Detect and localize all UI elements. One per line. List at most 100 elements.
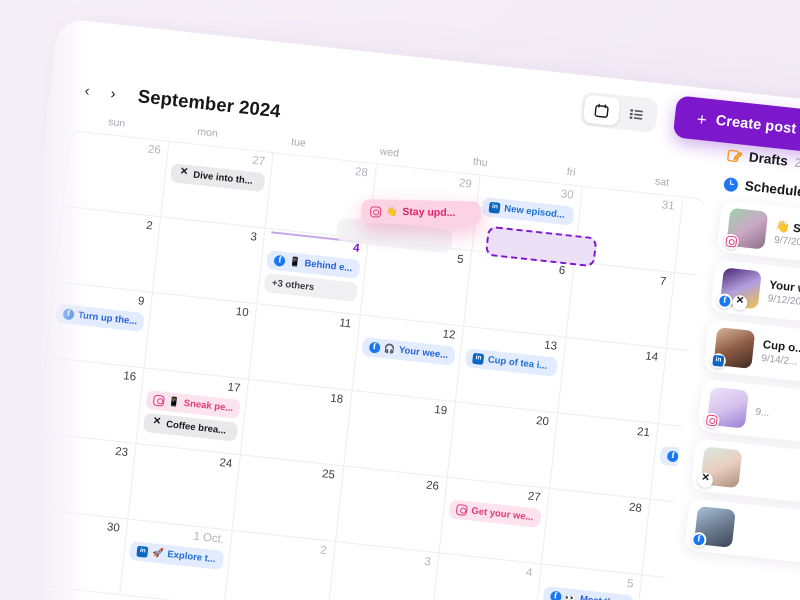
day-number: 31 — [661, 199, 676, 213]
calendar-day-cell[interactable]: 27 Get your we... — [439, 477, 550, 565]
facebook-icon — [718, 295, 731, 308]
post-date: 9/12/2024... — [767, 292, 800, 310]
platform-badge — [697, 471, 714, 489]
calendar-day-cell[interactable]: 1 Oct.🚀Explore t... — [120, 519, 233, 600]
day-number: 7 — [659, 275, 667, 289]
wave-emoji-icon: 👋 — [386, 206, 398, 217]
platform-badge — [710, 352, 727, 370]
next-month-button[interactable]: › — [101, 81, 125, 105]
calendar-day-cell[interactable]: 13Cup of tea i... — [456, 326, 567, 414]
calendar-day-cell[interactable]: 10 — [145, 292, 258, 380]
calendar-day-cell[interactable]: 3 — [327, 542, 440, 600]
event-title: Meet the... — [580, 593, 627, 600]
calendar-day-cell[interactable]: 14 — [557, 337, 668, 425]
day-number: 4 — [525, 566, 533, 580]
post-text-block: Your wee... 9/12/2024... — [767, 279, 800, 310]
list-icon — [629, 108, 644, 120]
platform-badge — [690, 531, 708, 549]
calendar-day-cell[interactable]: 25 — [232, 455, 344, 543]
calendar-day-cell[interactable]: 11 — [249, 304, 361, 391]
event-title: Your wee... — [398, 344, 449, 361]
calendar-app-card: + Create post ‹ › September 2024 sun mon t… — [0, 18, 800, 600]
day-number: 15 — [670, 353, 706, 375]
day-number: 14 — [644, 350, 659, 364]
facebook-icon — [273, 254, 286, 267]
calendar-day-cell[interactable]: 3 — [153, 217, 266, 305]
calendar-day-cell[interactable]: 9Turn up the... — [46, 282, 154, 369]
calendar-day-cell[interactable]: 19 — [343, 390, 457, 478]
day-number: 20 — [535, 415, 550, 429]
prev-month-button[interactable]: ‹ — [75, 78, 99, 102]
post-date: 9/14/2... — [760, 352, 798, 368]
day-number: 29 — [458, 177, 473, 191]
event-title: Cup of tea i... — [487, 354, 548, 372]
calendar-day-cell[interactable]: 8 — [667, 273, 707, 360]
scheduled-title: Scheduled — [744, 178, 800, 201]
calendar-day-cell[interactable]: 6 — [464, 251, 575, 338]
clock-icon — [723, 176, 739, 192]
event-emoji-icon: 👀 — [564, 591, 577, 600]
calendar-day-cell[interactable]: 27Dive into th... — [161, 141, 274, 229]
post-text-block: Cup o... 9/14/2... — [761, 339, 800, 368]
calendar-day-cell[interactable]: 17📱Sneak pe...Coffee brea... — [136, 368, 250, 456]
calendar-day-cell[interactable]: 26 — [62, 131, 170, 218]
calendar-day-cell[interactable]: 21 — [549, 413, 659, 500]
calendar-day-cell[interactable]: 12🎧Your wee... — [352, 315, 465, 403]
drafts-title: Drafts — [748, 149, 789, 169]
list-view-button[interactable] — [618, 98, 656, 130]
post-thumbnail — [690, 505, 736, 549]
x-twitter-icon — [151, 417, 163, 429]
calendar-day-cell[interactable]: 20 — [447, 402, 558, 489]
calendar-day-cell[interactable]: 26 — [335, 466, 448, 554]
event-emoji-icon: 📱 — [288, 256, 302, 268]
calendar-event-chip[interactable]: Turn up the... — [55, 303, 146, 332]
calendar-day-cell[interactable]: 16 — [38, 357, 146, 445]
event-title: Dive into th... — [192, 169, 254, 187]
calendar-day-cell[interactable]: 5 — [360, 239, 473, 327]
event-title: Sneak pe... — [183, 397, 234, 414]
calendar-day-cell[interactable]: 6 — [634, 575, 707, 600]
create-post-button[interactable]: + Create post — [672, 95, 800, 153]
event-emoji-icon: 🚀 — [681, 451, 695, 463]
facebook-icon — [666, 450, 680, 463]
post-thumbnail — [716, 267, 762, 312]
post-date: 9... — [754, 406, 770, 419]
calendar-day-cell[interactable]: 24 — [128, 444, 242, 531]
day-number: 28 — [354, 166, 369, 180]
calendar-day-cell[interactable]: 2 — [54, 206, 162, 293]
event-title: Explore t... — [166, 548, 217, 565]
calendar-day-cell[interactable]: 30 — [21, 508, 129, 596]
calendar-day-cell[interactable]: 18 — [241, 379, 353, 467]
platform-badge — [716, 292, 734, 310]
instagram-icon — [725, 235, 738, 248]
post-thumbnail — [710, 327, 756, 370]
post-thumbnail — [697, 446, 743, 489]
platform-badge-secondary — [731, 294, 748, 312]
scheduled-post-list: 👋 Stay upda...9/7/2024 at 9... Your wee..… — [684, 199, 800, 572]
calendar-day-cell[interactable]: 23 — [29, 433, 137, 520]
create-post-label: Create post — [714, 112, 798, 138]
day-number: 6 — [646, 580, 707, 600]
day-number: 28 — [628, 501, 643, 515]
calendar-day-cell[interactable]: 2 — [224, 530, 336, 600]
draft-pencil-icon — [726, 147, 743, 164]
calendar-icon — [594, 103, 609, 118]
day-number: 2 — [145, 219, 154, 233]
view-toggle-group[interactable] — [579, 91, 659, 134]
dragged-post-card[interactable]: 👋 Stay upd... — [360, 199, 482, 226]
calendar-day-cell[interactable]: 7 — [566, 262, 676, 349]
scheduled-post-card[interactable] — [684, 498, 800, 572]
event-emoji-icon: 📱 — [168, 395, 181, 408]
post-date: 9/7/2024 at 9... — [773, 234, 800, 252]
linkedin-icon — [712, 354, 725, 367]
instagram-icon — [153, 394, 166, 407]
dragged-post-title: Stay upd... — [402, 205, 456, 220]
event-emoji-icon: 🎧 — [383, 342, 396, 354]
linkedin-icon — [472, 352, 485, 365]
instagram-icon — [370, 205, 382, 218]
post-text-block: 9... — [755, 404, 770, 418]
post-text-block: 👋 Stay upda...9/7/2024 at 9... — [774, 218, 800, 254]
calendar-day-cell[interactable]: 28 — [541, 488, 651, 576]
calendar-view-button[interactable] — [582, 94, 621, 127]
facebook-icon — [62, 307, 75, 321]
